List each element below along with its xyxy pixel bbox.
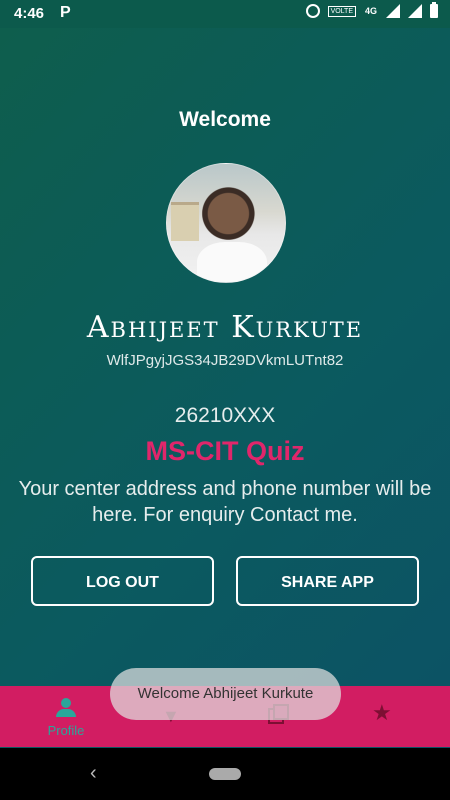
lte-icon: 4G: [364, 5, 377, 16]
status-time: 4:46: [14, 5, 45, 22]
toast-message: Welcome Abhijeet Kurkute: [110, 668, 341, 720]
signal-icon: [408, 4, 422, 18]
alarm-icon: [305, 4, 320, 18]
user-name: Abhijeet Kurkute: [86, 310, 364, 345]
avatar-background: [171, 202, 199, 241]
system-navigation-bar: ‹: [0, 748, 450, 800]
home-pill-icon[interactable]: [209, 768, 241, 780]
battery-icon: [430, 2, 438, 18]
welcome-title: Welcome: [179, 108, 271, 131]
status-bar: 4:46 P VOLTE 4G: [0, 0, 450, 28]
center-info: Your center address and phone number wil…: [18, 478, 432, 526]
person-icon: [56, 698, 76, 718]
status-icons: VOLTE 4G: [305, 2, 438, 18]
avatar-shirt: [197, 242, 267, 282]
app-title: MS-CIT Quiz: [145, 436, 305, 466]
app-screen: 4:46 P VOLTE 4G Welcome Abhijeet Kurkute…: [0, 0, 450, 800]
share-app-button[interactable]: SHARE APP: [236, 556, 419, 606]
app-notification-icon: P: [60, 4, 71, 21]
nav-label-profile: Profile: [47, 723, 85, 738]
center-code: 26210XXX: [174, 404, 276, 427]
logout-button[interactable]: LOG OUT: [31, 556, 214, 606]
signal-icon: [386, 4, 400, 18]
nav-item-favorites[interactable]: ★: [334, 686, 434, 747]
star-icon: ★: [372, 700, 392, 725]
volte-icon: VOLTE: [327, 5, 356, 17]
back-icon[interactable]: ‹: [90, 762, 97, 785]
avatar[interactable]: [166, 163, 286, 283]
nav-item-profile[interactable]: Profile: [16, 686, 116, 747]
user-id: WlfJPgyjJGS34JB29DVkmLUTnt82: [106, 352, 344, 369]
